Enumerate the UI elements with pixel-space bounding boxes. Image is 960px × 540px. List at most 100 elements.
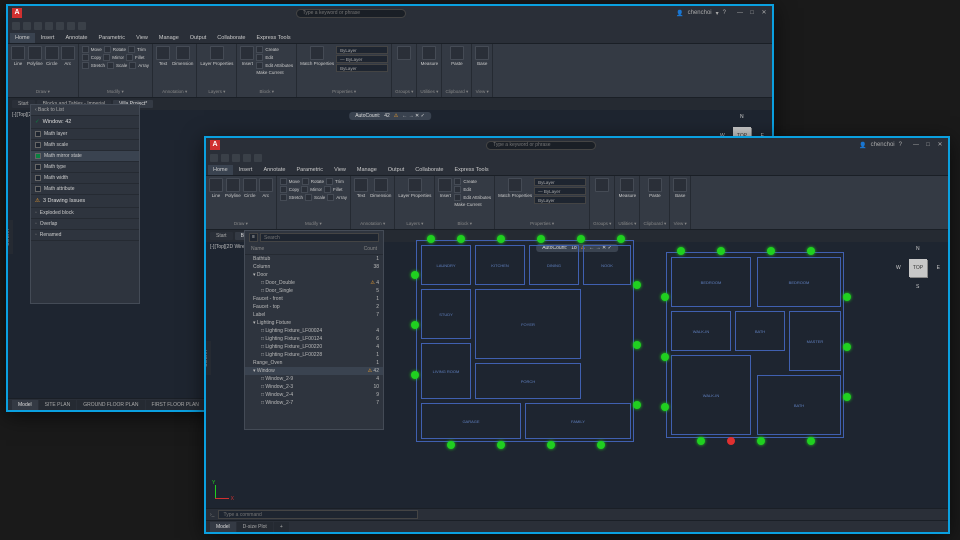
tool-text[interactable]: Text bbox=[354, 178, 368, 198]
ribbon-tab[interactable]: Home bbox=[208, 165, 233, 175]
tool-measure[interactable]: Measure bbox=[618, 178, 636, 198]
bylayer-lt[interactable]: ByLayer bbox=[534, 196, 586, 204]
tool-arc[interactable]: Arc bbox=[259, 178, 273, 198]
tree-row[interactable]: ▾ Window⚠ 42 bbox=[245, 367, 383, 375]
qat-save-icon[interactable] bbox=[232, 154, 240, 162]
tool-move[interactable] bbox=[82, 46, 89, 53]
checkbox[interactable] bbox=[35, 186, 41, 192]
tool-insert[interactable]: Insert bbox=[240, 46, 254, 75]
minimize-button[interactable]: — bbox=[736, 9, 744, 17]
tree-row[interactable]: □ Door_Double⚠ 4 bbox=[245, 279, 383, 287]
ribbon-tab[interactable]: Manage bbox=[154, 33, 184, 43]
tool-array[interactable] bbox=[129, 62, 136, 69]
document-tab[interactable]: Start bbox=[210, 232, 233, 240]
ribbon-tab[interactable]: View bbox=[329, 165, 351, 175]
tree-row[interactable]: □ Lighting Fixture_LF002204 bbox=[245, 343, 383, 351]
tree-row[interactable]: □ Lighting Fixture_LF000244 bbox=[245, 327, 383, 335]
tree-row[interactable]: □ Door_Single5 bbox=[245, 287, 383, 295]
tool-group[interactable] bbox=[395, 46, 413, 60]
search-input[interactable] bbox=[260, 233, 379, 242]
user-icon[interactable]: 👤 bbox=[676, 10, 683, 17]
tree-row[interactable]: ▾ Door bbox=[245, 271, 383, 279]
infocenter-icon[interactable]: ▾ bbox=[716, 10, 719, 17]
issue-row[interactable]: ▫Overlap bbox=[31, 219, 139, 230]
tool-edit-attributes[interactable] bbox=[454, 194, 461, 201]
tool-rotate[interactable] bbox=[302, 178, 309, 185]
checkbox[interactable] bbox=[35, 164, 41, 170]
tool-edit[interactable] bbox=[454, 186, 461, 193]
tool-line[interactable]: Line bbox=[209, 178, 223, 198]
tool-scale[interactable] bbox=[305, 194, 312, 201]
tree-row[interactable]: Label7 bbox=[245, 311, 383, 319]
tree-row[interactable]: Column38 bbox=[245, 263, 383, 271]
tool-mirror[interactable] bbox=[301, 186, 308, 193]
bylayer-color[interactable]: ByLayer bbox=[534, 178, 586, 186]
tool-circle[interactable]: Circle bbox=[243, 178, 257, 198]
tool-copy[interactable] bbox=[280, 186, 287, 193]
tool-trim[interactable] bbox=[326, 178, 333, 185]
ribbon-tab[interactable]: Express Tools bbox=[251, 33, 295, 43]
tree-row[interactable]: □ Window_2-310 bbox=[245, 383, 383, 391]
ribbon-tab[interactable]: Annotate bbox=[60, 33, 92, 43]
ribbon-tab[interactable]: Express Tools bbox=[449, 165, 493, 175]
tree-row[interactable]: □ Lighting Fixture_LF001246 bbox=[245, 335, 383, 343]
tool-text[interactable]: Text bbox=[156, 46, 170, 66]
tool-mirror[interactable] bbox=[103, 54, 110, 61]
issue-row[interactable]: ▫Renamed bbox=[31, 230, 139, 241]
user-icon[interactable]: 👤 bbox=[859, 142, 866, 149]
qat-redo-icon[interactable] bbox=[254, 154, 262, 162]
checkbox[interactable] bbox=[35, 175, 41, 181]
checkbox[interactable] bbox=[35, 142, 41, 148]
tool-edit[interactable] bbox=[256, 54, 263, 61]
tree-row[interactable]: Range_Oven1 bbox=[245, 359, 383, 367]
tool-base[interactable]: Base bbox=[475, 46, 489, 66]
filter-row[interactable]: Math mirror state bbox=[31, 151, 139, 162]
filter-row[interactable]: Math scale bbox=[31, 140, 139, 151]
bylayer-lw[interactable]: — ByLayer bbox=[336, 55, 388, 63]
tool-measure[interactable]: Measure bbox=[420, 46, 438, 66]
command-input[interactable] bbox=[218, 510, 418, 519]
qat-undo-icon[interactable] bbox=[243, 154, 251, 162]
tool-create[interactable] bbox=[256, 46, 263, 53]
layout-tab[interactable]: + bbox=[274, 522, 289, 532]
ribbon-tab[interactable]: Manage bbox=[352, 165, 382, 175]
qat-open-icon[interactable] bbox=[23, 22, 31, 30]
tool-scale[interactable] bbox=[107, 62, 114, 69]
tool-match-properties[interactable]: Match Properties bbox=[300, 46, 334, 72]
tool-stretch[interactable] bbox=[280, 194, 287, 201]
layout-tab[interactable]: D-size Plot bbox=[237, 522, 273, 532]
count-palette-tab[interactable]: COUNT bbox=[206, 341, 211, 375]
bylayer-lt[interactable]: ByLayer bbox=[336, 64, 388, 72]
filter-row[interactable]: Math attribute bbox=[31, 184, 139, 195]
tool-line[interactable]: Line bbox=[11, 46, 25, 66]
qat-redo-icon[interactable] bbox=[78, 22, 86, 30]
ribbon-tab[interactable]: Annotate bbox=[258, 165, 290, 175]
tool-match-properties[interactable]: Match Properties bbox=[498, 178, 532, 204]
tool-array[interactable] bbox=[327, 194, 334, 201]
layout-tab[interactable]: FIRST FLOOR PLAN bbox=[146, 400, 205, 410]
tree-row[interactable]: □ Lighting Fixture_LF002281 bbox=[245, 351, 383, 359]
layout-tab[interactable]: Model bbox=[12, 400, 38, 410]
bylayer-color[interactable]: ByLayer bbox=[336, 46, 388, 54]
help-search[interactable] bbox=[296, 9, 406, 18]
tool-dimension[interactable]: Dimension bbox=[370, 178, 391, 198]
ribbon-tab[interactable]: Parametric bbox=[93, 33, 130, 43]
tool-layer-properties[interactable]: Layer Properties bbox=[200, 46, 233, 66]
maximize-button[interactable]: □ bbox=[748, 9, 756, 17]
ribbon-tab[interactable]: Output bbox=[185, 33, 212, 43]
tree-row[interactable]: Faucet - front1 bbox=[245, 295, 383, 303]
ribbon-tab[interactable]: Collaborate bbox=[410, 165, 448, 175]
qat-new-icon[interactable] bbox=[210, 154, 218, 162]
ribbon-tab[interactable]: Insert bbox=[234, 165, 258, 175]
checkbox[interactable] bbox=[35, 153, 41, 159]
tool-polyline[interactable]: Polyline bbox=[27, 46, 43, 66]
filter-row[interactable]: Math layer bbox=[31, 129, 139, 140]
tool-rotate[interactable] bbox=[104, 46, 111, 53]
tool-paste[interactable]: Paste bbox=[445, 46, 468, 66]
tool-copy[interactable] bbox=[82, 54, 89, 61]
tool-layer-properties[interactable]: Layer Properties bbox=[398, 178, 431, 198]
tool-fillet[interactable] bbox=[324, 186, 331, 193]
help-icon[interactable]: ? bbox=[899, 142, 902, 148]
tool-circle[interactable]: Circle bbox=[45, 46, 59, 66]
ribbon-tab[interactable]: View bbox=[131, 33, 153, 43]
